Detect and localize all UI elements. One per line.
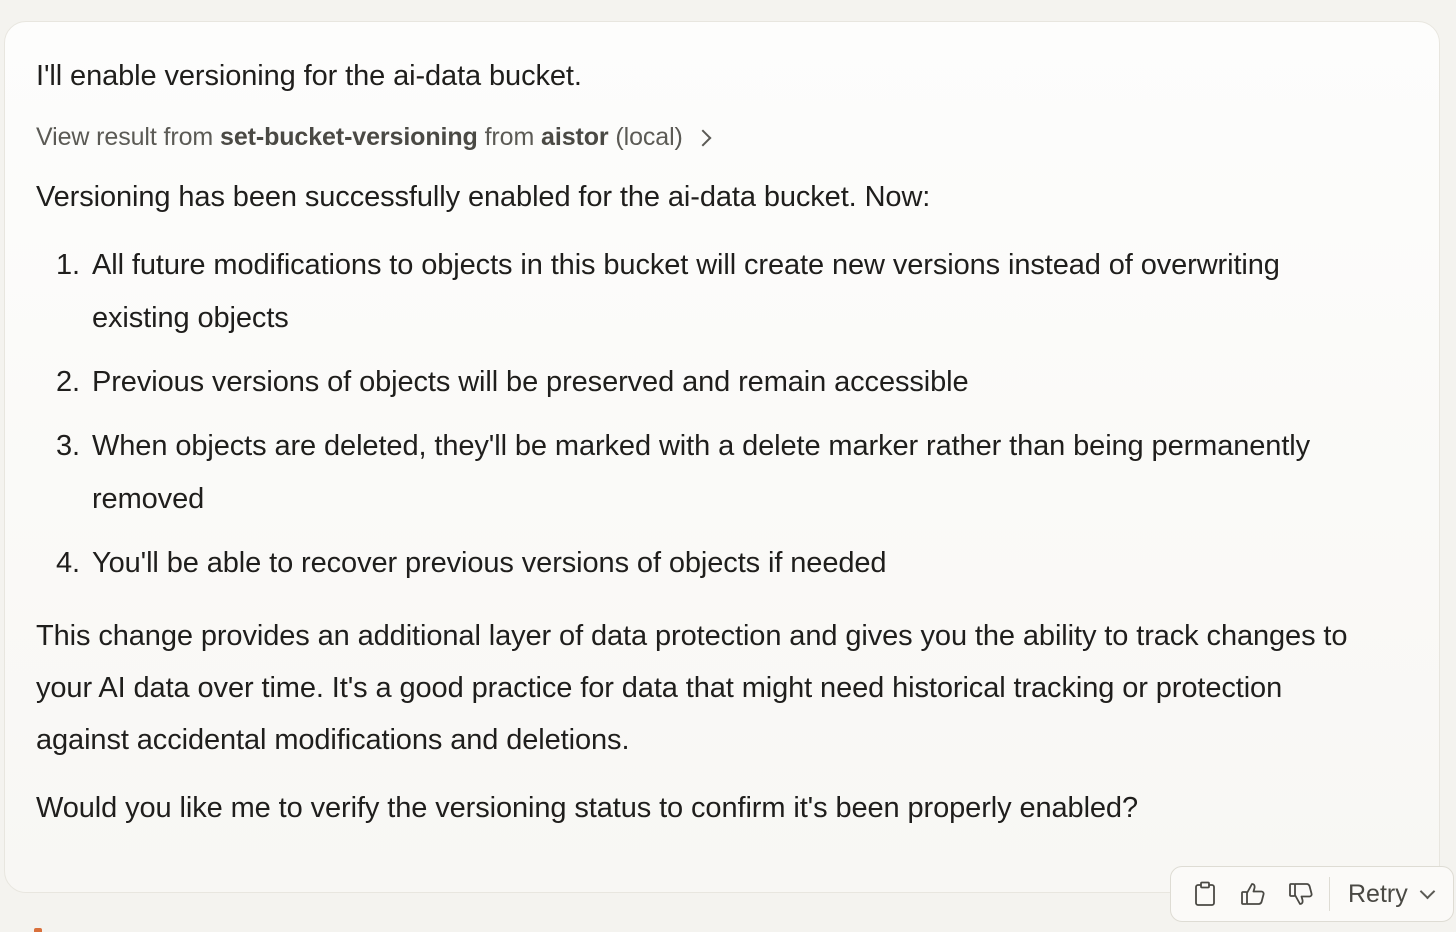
list-item-number: 4. bbox=[56, 547, 80, 579]
intro-text: I'll enable versioning for the ai-data b… bbox=[36, 60, 582, 92]
status-text: Versioning has been successfully enabled… bbox=[36, 181, 931, 213]
list-item: 4. You'll be able to recover previous ver… bbox=[36, 537, 1376, 590]
message-content: I'll enable versioning for the ai-data b… bbox=[36, 54, 1376, 830]
tool-name: set-bucket-versioning bbox=[220, 123, 478, 151]
chevron-right-icon bbox=[694, 129, 712, 146]
summary-text: This change provides an additional layer… bbox=[36, 620, 1348, 756]
list-item-number: 3. bbox=[56, 430, 80, 462]
retry-button[interactable]: Retry bbox=[1340, 880, 1441, 909]
retry-label: Retry bbox=[1348, 879, 1408, 908]
action-divider bbox=[1329, 877, 1330, 911]
chat-page: I'll enable versioning for the ai-data b… bbox=[0, 0, 1456, 932]
thumbs-down-button[interactable] bbox=[1281, 874, 1321, 914]
list-item: 2. Previous versions of objects will be p… bbox=[36, 356, 1376, 409]
list-item-text: Previous versions of objects will be pre… bbox=[92, 366, 969, 398]
view-tool-result-link[interactable]: View result from set-bucket-versioning f… bbox=[36, 120, 712, 154]
thumbs-down-icon bbox=[1289, 883, 1313, 905]
tool-result-middle: from bbox=[484, 123, 535, 151]
thumbs-up-icon bbox=[1241, 883, 1265, 905]
list-item: 1. All future modifications to objects in… bbox=[36, 239, 1376, 345]
message-action-bar: Retry bbox=[1170, 866, 1454, 922]
server-location: (local) bbox=[615, 123, 683, 151]
chevron-down-icon bbox=[1419, 883, 1436, 899]
list-item-text: All future modifications to objects in t… bbox=[92, 249, 1280, 334]
server-name: aistor bbox=[541, 123, 609, 151]
list-item: 3. When objects are deleted, they'll be m… bbox=[36, 420, 1376, 526]
list-item-number: 2. bbox=[56, 366, 80, 398]
assistant-message-card: I'll enable versioning for the ai-data b… bbox=[4, 21, 1440, 893]
list-item-text: When objects are deleted, they'll be mar… bbox=[92, 430, 1311, 515]
question-text: Would you like me to verify the versioni… bbox=[36, 792, 1138, 824]
list-item-number: 1. bbox=[56, 249, 80, 281]
list-item-text: You'll be able to recover previous versi… bbox=[92, 547, 887, 579]
steps-list: 1. All future modifications to objects in… bbox=[36, 239, 1376, 590]
clipboard-icon bbox=[1195, 881, 1215, 906]
thumbs-up-button[interactable] bbox=[1233, 874, 1273, 914]
copy-button[interactable] bbox=[1185, 874, 1225, 914]
brand-mark bbox=[34, 928, 42, 932]
tool-result-prefix: View result from bbox=[36, 123, 214, 151]
